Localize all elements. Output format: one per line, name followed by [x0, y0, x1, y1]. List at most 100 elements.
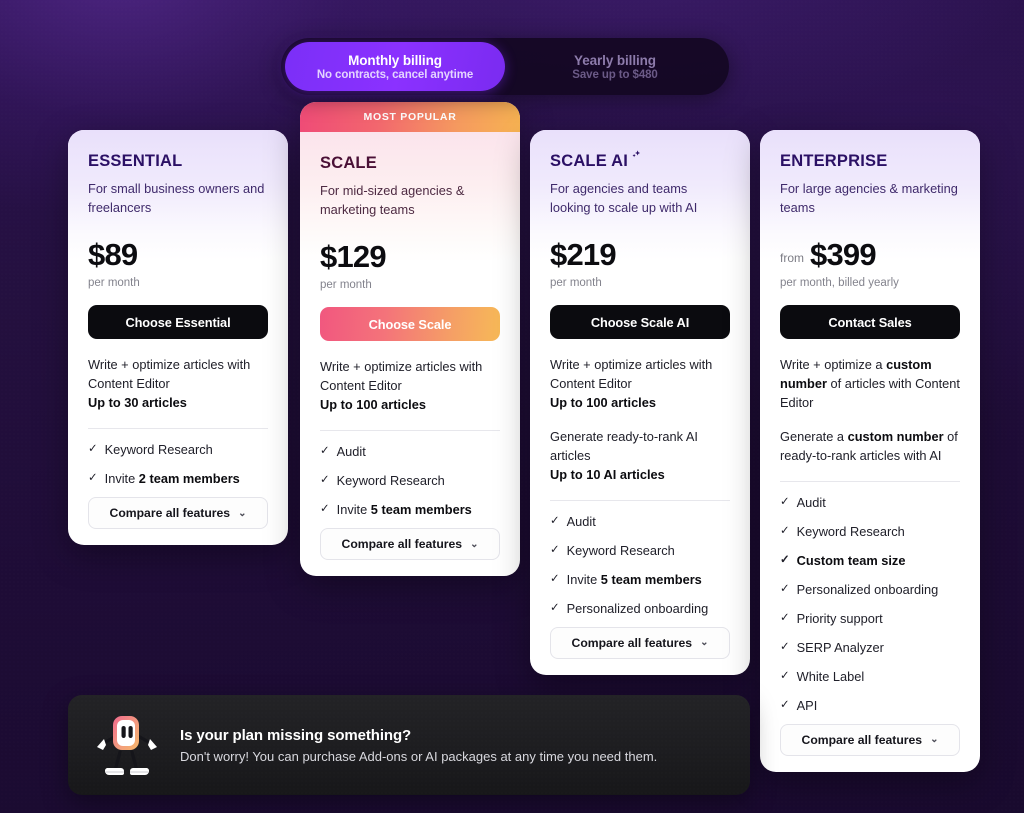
choose-plan-button[interactable]: Choose Essential — [88, 305, 268, 340]
plan-price: $89 — [88, 237, 138, 273]
choose-plan-button[interactable]: Choose Scale — [320, 307, 500, 342]
plan-period: per month — [550, 277, 602, 290]
check-icon: ✓ — [550, 601, 560, 614]
toggle-yearly-billing[interactable]: Yearly billing Save up to $480 — [505, 42, 725, 91]
feature-label: Keyword Research — [104, 442, 213, 458]
feature-label: Priority support — [796, 610, 883, 626]
feature-label: Invite — [336, 502, 371, 518]
list-item: ✓ SERP Analyzer — [780, 640, 960, 656]
feature-label: Personalized onboarding — [566, 600, 709, 616]
feature-label: White Label — [796, 668, 865, 684]
pricing-card-scale-ai: SCALE AI For agencies and teams looking … — [530, 130, 750, 675]
plan-price: $129 — [320, 239, 387, 275]
plan-blurb-highlight: Up to 100 articles — [550, 395, 656, 411]
check-icon: ✓ — [780, 611, 790, 624]
check-icon: ✓ — [780, 582, 790, 595]
feature-label-bold: 5 team members — [600, 571, 702, 587]
price-row: $219 — [550, 239, 730, 270]
list-item: ✓ Keyword Research — [320, 473, 500, 489]
price-row: from $399 — [780, 239, 960, 270]
list-item: ✓ Invite 5 team members — [320, 502, 500, 518]
pricing-card-essential: ESSENTIAL For small business owners and … — [68, 130, 288, 546]
list-item: ✓ Keyword Research — [780, 524, 960, 540]
check-icon: ✓ — [550, 514, 560, 527]
feature-label: Keyword Research — [796, 524, 905, 540]
plan-period: per month, billed yearly — [780, 277, 899, 290]
plan-description: For agencies and teams looking to scale … — [550, 181, 698, 215]
check-icon: ✓ — [780, 698, 790, 711]
list-item: ✓ Invite 5 team members — [550, 572, 730, 588]
check-icon: ✓ — [780, 525, 790, 538]
plan-blurb: Generate ready-to-rank AI articles Up to… — [550, 429, 698, 483]
plan-description: For small business owners and freelancer… — [88, 181, 265, 215]
check-icon: ✓ — [320, 474, 330, 487]
toggle-monthly-subtitle: No contracts, cancel anytime — [316, 68, 474, 81]
plan-blurb: Write + optimize articles with Content E… — [320, 359, 483, 413]
toggle-yearly-subtitle: Save up to $480 — [572, 68, 658, 81]
toggle-monthly-billing[interactable]: Monthly billing No contracts, cancel any… — [285, 42, 505, 91]
sparkles-icon — [629, 149, 642, 168]
plan-description: For large agencies & marketing teams — [780, 181, 958, 215]
feature-label: Custom team size — [796, 553, 906, 568]
list-item: ✓ Keyword Research — [550, 543, 730, 559]
choose-plan-button[interactable]: Choose Scale AI — [550, 305, 730, 340]
chevron-down-icon: ⌄ — [238, 507, 247, 519]
toggle-yearly-title: Yearly billing — [574, 52, 656, 68]
check-icon: ✓ — [780, 496, 790, 509]
chevron-down-icon: ⌄ — [930, 734, 939, 746]
compare-all-features-button[interactable]: Compare all features ⌄ — [88, 497, 268, 530]
price-prefix: from — [780, 251, 804, 266]
chevron-down-icon: ⌄ — [470, 538, 479, 550]
list-item: ✓ Invite 2 team members — [88, 471, 268, 487]
plan-description: For mid-sized agencies & marketing teams — [320, 183, 465, 217]
price-row: $129 — [320, 241, 500, 272]
plan-name: ENTERPRISE — [780, 152, 888, 170]
list-item: ✓ Audit — [320, 444, 500, 460]
plan-price: $399 — [810, 237, 877, 273]
banner-subtitle: Don't worry! You can purchase Add-ons or… — [180, 748, 658, 764]
plan-blurb: Write + optimize a custom number of arti… — [780, 357, 960, 411]
feature-list: ✓ Keyword Research ✓ Invite 2 team membe… — [88, 442, 268, 487]
compare-all-features-button[interactable]: Compare all features ⌄ — [780, 723, 960, 756]
feature-list: ✓ Audit ✓ Keyword Research ✓ Custom team… — [780, 495, 960, 714]
feature-label: Invite — [566, 571, 601, 587]
check-icon: ✓ — [88, 472, 98, 485]
compare-all-features-button[interactable]: Compare all features ⌄ — [550, 626, 730, 659]
most-popular-badge: MOST POPULAR — [300, 102, 520, 132]
plan-blurb-highlight: Up to 30 articles — [88, 395, 187, 411]
compare-all-features-button[interactable]: Compare all features ⌄ — [320, 528, 500, 561]
list-item: ✓ API — [780, 698, 960, 714]
divider — [88, 428, 268, 430]
plan-blurb-highlight: Up to 10 AI articles — [550, 467, 665, 483]
divider — [780, 481, 960, 483]
list-item: ✓ Priority support — [780, 611, 960, 627]
billing-period-toggle[interactable]: Monthly billing No contracts, cancel any… — [281, 38, 729, 95]
plan-blurb-highlight: Up to 100 articles — [320, 397, 426, 413]
feature-label: SERP Analyzer — [796, 639, 884, 655]
list-item: ✓ Audit — [550, 514, 730, 530]
check-icon: ✓ — [88, 443, 98, 456]
check-icon: ✓ — [780, 669, 790, 682]
check-icon: ✓ — [780, 640, 790, 653]
plan-price: $219 — [550, 237, 617, 273]
pricing-card-enterprise: ENTERPRISE For large agencies & marketin… — [760, 130, 980, 772]
feature-label: Keyword Research — [336, 473, 445, 489]
feature-list: ✓ Audit ✓ Keyword Research ✓ Invite 5 te… — [550, 514, 730, 617]
feature-label: Audit — [336, 444, 366, 460]
robot-mascot-icon — [94, 710, 160, 780]
chevron-down-icon: ⌄ — [700, 637, 709, 649]
plan-period: per month — [320, 279, 372, 292]
check-icon: ✓ — [320, 445, 330, 458]
plan-blurb: Write + optimize articles with Content E… — [550, 357, 713, 411]
check-icon: ✓ — [550, 572, 560, 585]
compare-label: Compare all features — [801, 732, 923, 747]
plan-blurb-highlight: custom number — [847, 429, 944, 445]
banner-title: Is your plan missing something? — [180, 726, 412, 744]
feature-label: Audit — [566, 513, 596, 529]
toggle-monthly-title: Monthly billing — [348, 52, 442, 68]
contact-sales-button[interactable]: Contact Sales — [780, 305, 960, 340]
plan-name: SCALE — [320, 154, 377, 172]
feature-label: Audit — [796, 495, 826, 511]
list-item: ✓ Personalized onboarding — [780, 582, 960, 598]
compare-label: Compare all features — [109, 506, 231, 521]
